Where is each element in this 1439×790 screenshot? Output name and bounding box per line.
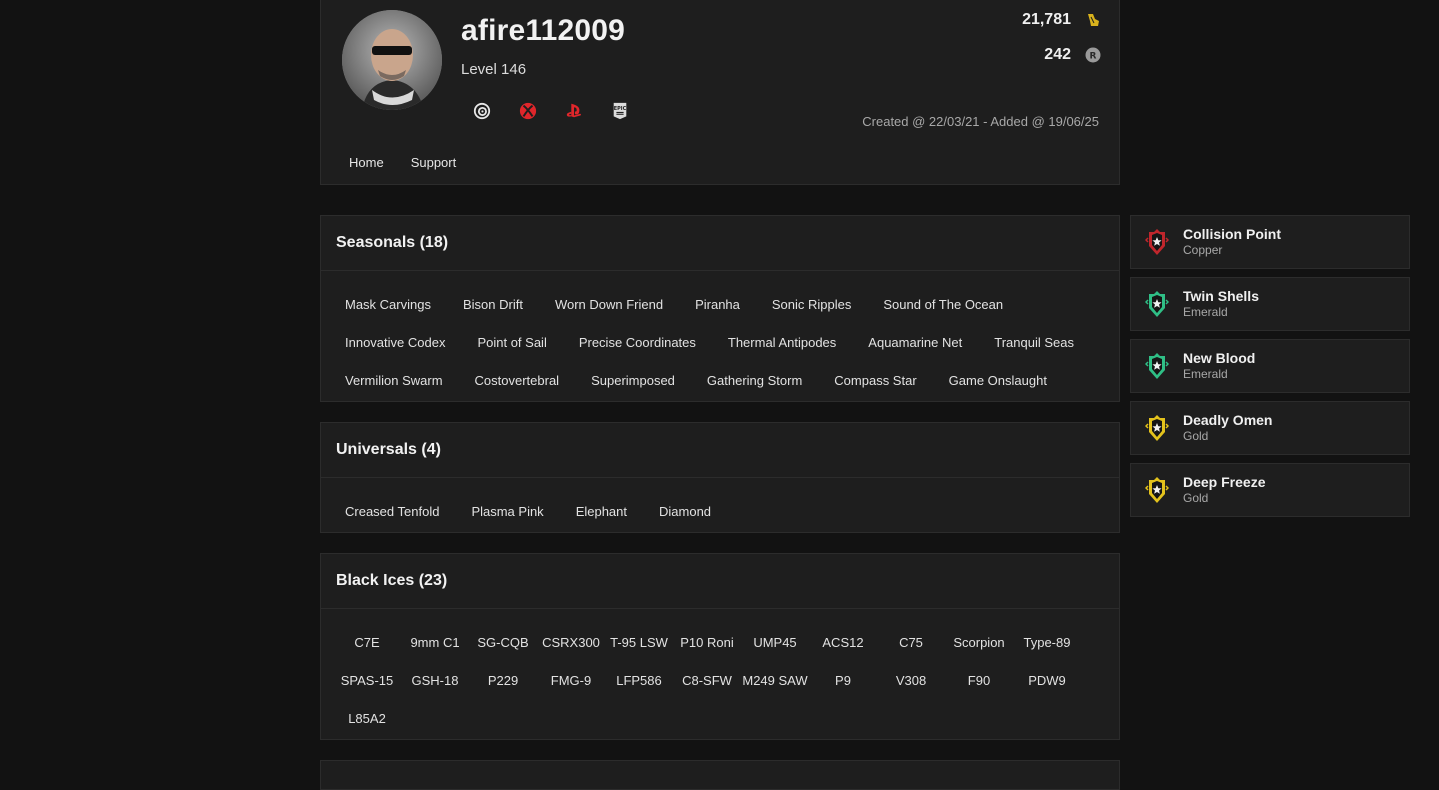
rank-badge-icon	[1145, 414, 1169, 442]
renown-icon: R	[1085, 47, 1101, 63]
skin-item[interactable]: Compass Star	[822, 361, 928, 399]
playstation-icon[interactable]	[565, 102, 583, 120]
seasonals-list: Mask Carvings Bison Drift Worn Down Friend…	[321, 271, 1119, 406]
skin-item[interactable]: SG-CQB	[469, 623, 537, 661]
skin-item[interactable]: Sonic Ripples	[760, 285, 864, 323]
skin-item[interactable]: Diamond	[647, 492, 723, 530]
skin-item[interactable]: Costovertebral	[463, 361, 572, 399]
nav-support[interactable]: Support	[411, 155, 457, 170]
svg-text:EPIC: EPIC	[614, 106, 627, 112]
skin-item[interactable]: Worn Down Friend	[543, 285, 675, 323]
rank-name: Twin Shells	[1183, 288, 1259, 304]
skin-item[interactable]: UMP45	[741, 623, 809, 661]
rank-card[interactable]: Deep Freeze Gold	[1130, 463, 1410, 517]
rank-card[interactable]: Collision Point Copper	[1130, 215, 1410, 269]
skin-item[interactable]: C7E	[333, 623, 401, 661]
skin-item[interactable]: Vermilion Swarm	[333, 361, 455, 399]
skin-item[interactable]: M249 SAW	[741, 661, 809, 699]
nav-home[interactable]: Home	[349, 155, 384, 170]
universals-list: Creased Tenfold Plasma Pink Elephant Diamon…	[321, 478, 1119, 537]
skin-item[interactable]: Sound of The Ocean	[871, 285, 1015, 323]
skin-item[interactable]: GSH-18	[401, 661, 469, 699]
main-column: afire112009 Level 146 EPIC 21,781 242 R …	[320, 0, 1120, 790]
player-level: Level 146	[461, 61, 527, 78]
skin-item[interactable]: Aquamarine Net	[856, 323, 974, 361]
skin-item[interactable]: Piranha	[683, 285, 752, 323]
rank-card[interactable]: Twin Shells Emerald	[1130, 277, 1410, 331]
profile-nav: Home Support	[349, 155, 456, 170]
rank-tier: Copper	[1183, 243, 1223, 257]
username: afire112009	[461, 14, 626, 47]
skin-item[interactable]: T-95 LSW	[605, 623, 673, 661]
rank-badge-icon	[1145, 228, 1169, 256]
rank-tier: Gold	[1183, 429, 1209, 443]
blackices-title: Black Ices (23)	[321, 554, 1119, 609]
rank-tier: Emerald	[1183, 305, 1228, 319]
skin-item[interactable]: C8-SFW	[673, 661, 741, 699]
seasonals-section: Seasonals (18) Mask Carvings Bison Drift W…	[320, 215, 1120, 402]
seasonals-title: Seasonals (18)	[321, 216, 1119, 271]
rank-name: Deadly Omen	[1183, 412, 1273, 428]
renown-value: 242	[1044, 46, 1071, 63]
credits-value: 21,781	[1022, 11, 1071, 28]
skin-item[interactable]: V308	[877, 661, 945, 699]
credits-icon	[1088, 14, 1099, 26]
skin-item[interactable]: P10 Roni	[673, 623, 741, 661]
skin-item[interactable]: Superimposed	[579, 361, 687, 399]
xbox-icon[interactable]	[519, 102, 537, 120]
rank-tier: Gold	[1183, 491, 1209, 505]
rank-tier: Emerald	[1183, 367, 1228, 381]
skin-item[interactable]: Plasma Pink	[459, 492, 555, 530]
rank-name: Deep Freeze	[1183, 474, 1266, 490]
skin-item[interactable]: Type-89	[1013, 623, 1081, 661]
skin-item[interactable]: L85A2	[333, 699, 401, 737]
account-dates: Created @ 22/03/21 - Added @ 19/06/25	[862, 114, 1099, 129]
renown-stat: 242 R	[1044, 46, 1101, 64]
rank-name: Collision Point	[1183, 226, 1281, 242]
rank-card[interactable]: Deadly Omen Gold	[1130, 401, 1410, 455]
skin-item[interactable]: Elephant	[564, 492, 639, 530]
platform-links: EPIC	[473, 102, 629, 120]
ubisoft-icon[interactable]	[473, 102, 491, 120]
universals-section: Universals (4) Creased Tenfold Plasma Pin…	[320, 422, 1120, 533]
skin-item[interactable]: PDW9	[1013, 661, 1081, 699]
rank-card[interactable]: New Blood Emerald	[1130, 339, 1410, 393]
skin-item[interactable]: F90	[945, 661, 1013, 699]
svg-text:R: R	[1090, 52, 1097, 62]
blackices-list: C7E 9mm C1 SG-CQB CSRX300 T-95 LSW P10 Roni UM…	[321, 609, 1119, 744]
skin-item[interactable]: C75	[877, 623, 945, 661]
skin-item[interactable]: Innovative Codex	[333, 323, 457, 361]
rank-badge-icon	[1145, 476, 1169, 504]
skin-item[interactable]: Creased Tenfold	[333, 492, 451, 530]
skin-item[interactable]: Tranquil Seas	[982, 323, 1086, 361]
rank-badge-icon	[1145, 352, 1169, 380]
rank-name: New Blood	[1183, 350, 1256, 366]
avatar	[342, 10, 442, 110]
skin-item[interactable]: ACS12	[809, 623, 877, 661]
skin-item[interactable]: Gathering Storm	[695, 361, 814, 399]
skin-item[interactable]: P9	[809, 661, 877, 699]
skin-item[interactable]: P229	[469, 661, 537, 699]
universals-title: Universals (4)	[321, 423, 1119, 478]
next-section	[320, 760, 1120, 790]
blackices-section: Black Ices (23) C7E 9mm C1 SG-CQB CSRX300 T-…	[320, 553, 1120, 740]
skin-item[interactable]: Bison Drift	[451, 285, 535, 323]
skin-item[interactable]: 9mm C1	[401, 623, 469, 661]
epic-games-icon[interactable]: EPIC	[611, 102, 629, 120]
rank-badge-icon	[1145, 290, 1169, 318]
skin-item[interactable]: Mask Carvings	[333, 285, 443, 323]
profile-header: afire112009 Level 146 EPIC 21,781 242 R …	[320, 0, 1120, 185]
skin-item[interactable]: FMG-9	[537, 661, 605, 699]
skin-item[interactable]: Thermal Antipodes	[716, 323, 848, 361]
skin-item[interactable]: Precise Coordinates	[567, 323, 708, 361]
rank-sidebar: Collision Point Copper Twin Shells Emerald N…	[1130, 215, 1410, 525]
skin-item[interactable]: CSRX300	[537, 623, 605, 661]
skin-item[interactable]: Scorpion	[945, 623, 1013, 661]
skin-item[interactable]: LFP586	[605, 661, 673, 699]
credits-stat: 21,781	[1022, 11, 1101, 29]
skin-item[interactable]: Point of Sail	[465, 323, 558, 361]
skin-item[interactable]: Game Onslaught	[937, 361, 1059, 399]
skin-item[interactable]: SPAS-15	[333, 661, 401, 699]
